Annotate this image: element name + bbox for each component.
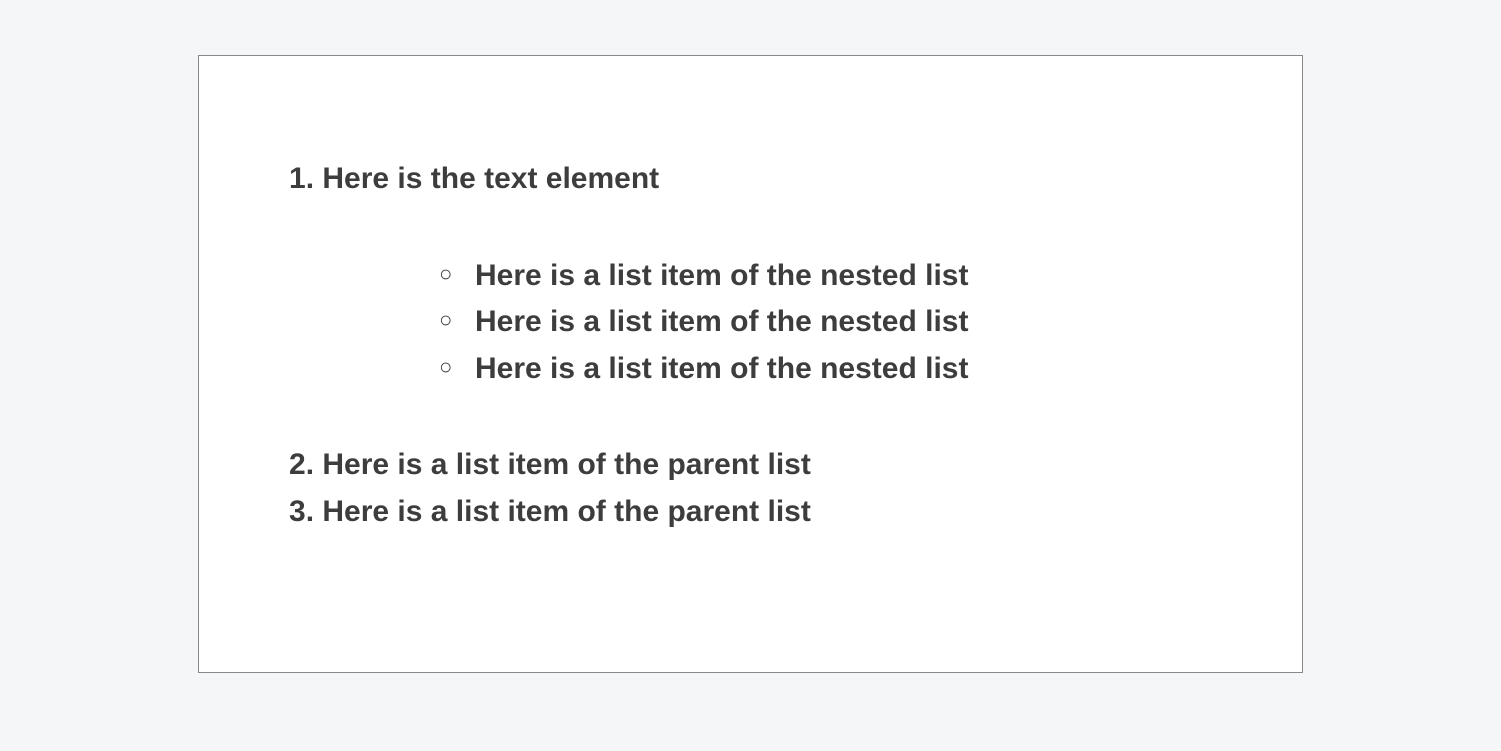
document-frame: Here is the text element Here is a list … (198, 55, 1303, 673)
nested-list-item: Here is a list item of the nested list (439, 253, 1212, 300)
ordered-list: Here is the text element Here is a list … (289, 156, 1212, 535)
nested-list-item: Here is a list item of the nested list (439, 299, 1212, 346)
ordered-list-item-text: Here is a list item of the parent list (322, 448, 810, 481)
nested-list: Here is a list item of the nested list H… (439, 253, 1212, 393)
ordered-list-item-1: Here is the text element Here is a list … (289, 156, 1212, 392)
nested-list-item-text: Here is a list item of the nested list (475, 305, 968, 338)
ordered-list-item-text: Here is a list item of the parent list (322, 495, 810, 528)
ordered-list-item-text: Here is the text element (322, 162, 659, 195)
nested-list-item: Here is a list item of the nested list (439, 346, 1212, 393)
nested-list-item-text: Here is a list item of the nested list (475, 259, 968, 292)
ordered-list-item-2: Here is a list item of the parent list (289, 442, 1212, 489)
ordered-list-item-3: Here is a list item of the parent list (289, 489, 1212, 536)
nested-list-item-text: Here is a list item of the nested list (475, 352, 968, 385)
